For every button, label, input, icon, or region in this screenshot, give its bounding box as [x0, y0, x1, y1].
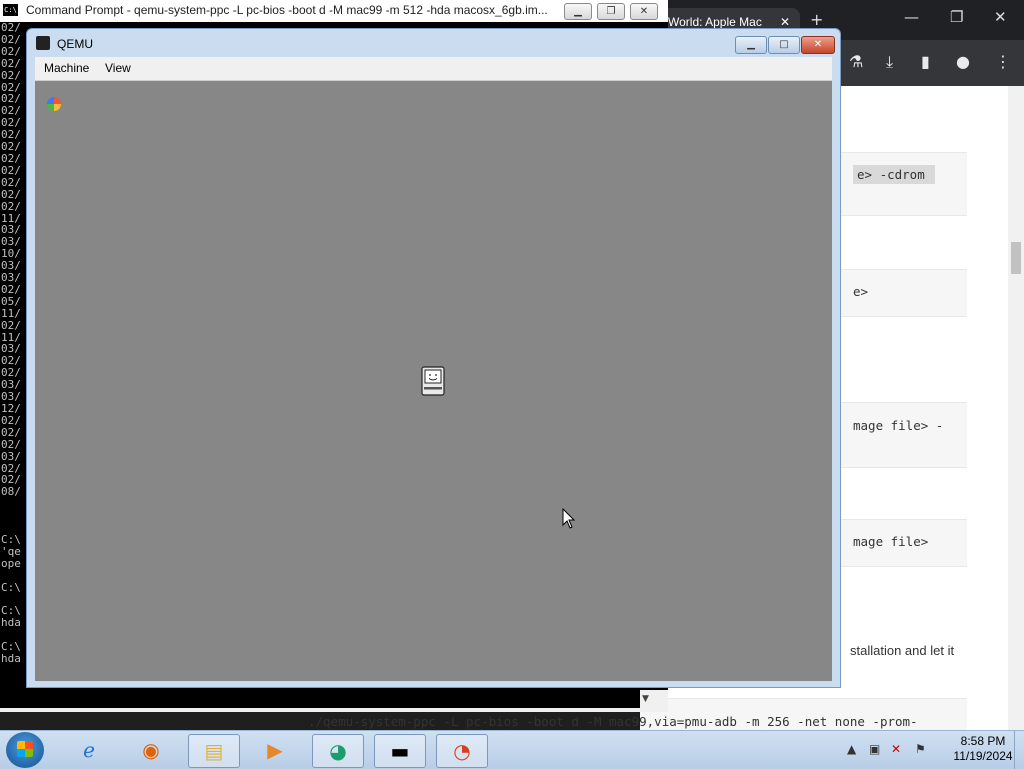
menu-machine[interactable]: Machine: [44, 61, 89, 75]
cmd-line: 11/: [1, 306, 21, 320]
minimize-button[interactable]: ▁: [735, 36, 767, 54]
minimize-icon[interactable]: —: [904, 8, 919, 26]
labs-flask-icon[interactable]: ⚗: [849, 52, 863, 71]
cmd-output: 02/02/02/02/02/02/02/02/02/02/02/02/02/0…: [1, 22, 27, 665]
article-text: stallation and let it: [850, 643, 955, 658]
code-text: e> -cdrom: [853, 165, 935, 184]
cmd-line: [1, 570, 27, 582]
close-button[interactable]: ✕: [630, 3, 658, 20]
cmd-line: 02/: [1, 175, 21, 189]
qemu-menu-bar: Machine View: [35, 57, 832, 81]
network-icon[interactable]: ▣: [869, 742, 880, 756]
taskbar: ℯ ◉ ▤ ▶ ◕ ▬ ◔ ▲ ▣ ✕ ⚑ 8:58 PM 11/19/2024: [0, 730, 1024, 769]
qemu-window: QEMU ▁ □ ✕ Machine View: [26, 28, 841, 688]
cmd-line: 02/: [1, 437, 21, 451]
action-center-flag-icon[interactable]: ⚑: [915, 742, 926, 756]
scroll-down-arrow-icon[interactable]: ▼: [642, 694, 649, 704]
cmd-line: 02/: [1, 163, 21, 177]
minimize-button[interactable]: ▁: [564, 3, 592, 20]
qemu-taskbar-icon[interactable]: ◔: [436, 734, 488, 768]
code-text: mage file> -: [853, 418, 944, 433]
command-text: ./qemu-system-ppc -L pc-bios -boot d -M …: [308, 714, 918, 729]
qemu-window-title: QEMU: [57, 37, 93, 51]
cmd-line: 'qe: [1, 544, 21, 558]
qemu-title-bar[interactable]: QEMU ▁ □ ✕: [27, 29, 840, 57]
internet-explorer-icon[interactable]: ℯ: [64, 734, 114, 766]
restore-button[interactable]: ❐: [597, 3, 625, 20]
spinning-wheel-icon: [47, 97, 61, 111]
show-hidden-icons-icon[interactable]: ▲: [847, 742, 856, 756]
cmd-line: 05/: [1, 294, 21, 308]
more-menu-icon[interactable]: ⋮: [995, 52, 1011, 71]
close-button[interactable]: ✕: [801, 36, 835, 54]
download-icon[interactable]: ⤓: [886, 52, 893, 72]
cmd-line: 02/: [1, 187, 21, 201]
maximize-button[interactable]: □: [768, 36, 800, 54]
clock[interactable]: 8:58 PM 11/19/2024: [943, 734, 1023, 764]
code-text: mage file>: [853, 534, 929, 549]
clock-time: 8:58 PM: [960, 734, 1006, 748]
clock-date: 11/19/2024: [953, 749, 1013, 763]
command-prompt-taskbar-icon[interactable]: ▬: [374, 734, 426, 768]
browser-scrollbar[interactable]: [1008, 86, 1024, 730]
cmd-line: 02/: [1, 318, 21, 332]
cmd-line: 02/: [1, 425, 21, 439]
media-app-icon[interactable]: ◕: [312, 734, 364, 768]
side-panel-icon[interactable]: ▮: [921, 52, 930, 71]
firefox-icon[interactable]: ◉: [126, 734, 176, 766]
media-player-icon[interactable]: ▶: [250, 734, 300, 766]
cmd-line: 02/: [1, 199, 21, 213]
cmd-line: 02/: [1, 56, 21, 70]
cmd-line: C:\: [1, 580, 21, 594]
happy-mac-icon: [421, 366, 445, 396]
close-icon[interactable]: ✕: [994, 8, 1007, 26]
mouse-pointer-icon: [562, 508, 576, 529]
new-tab-button[interactable]: +: [810, 10, 823, 29]
show-desktop-button[interactable]: [1014, 731, 1024, 769]
cmd-line: 02/: [1, 44, 21, 58]
cmd-window-title: Command Prompt - qemu-system-ppc -L pc-b…: [26, 3, 548, 17]
system-tray: ▲ ▣ ✕ ⚑ 8:58 PM 11/19/2024: [845, 731, 1024, 769]
scrollbar-thumb[interactable]: [1011, 242, 1021, 274]
emulator-screen[interactable]: [35, 81, 832, 681]
cmd-line: ope: [1, 556, 21, 570]
menu-view[interactable]: View: [105, 61, 131, 75]
cmd-scrollbar[interactable]: ▼: [0, 690, 668, 712]
code-text: e>: [853, 284, 869, 299]
restore-icon[interactable]: ❐: [950, 8, 963, 26]
cmd-scroll-area: [0, 690, 640, 708]
start-button[interactable]: [6, 732, 44, 768]
windows-logo-icon: [17, 741, 33, 757]
cmd-line: 02/: [1, 68, 21, 82]
cmd-title-bar[interactable]: C:\ Command Prompt - qemu-system-ppc -L …: [0, 0, 668, 22]
qemu-app-icon: [36, 36, 50, 50]
profile-avatar-icon[interactable]: ●: [956, 52, 970, 71]
cmd-line: hda: [1, 652, 21, 666]
cmd-line: 03/: [1, 449, 21, 463]
volume-muted-icon[interactable]: ✕: [891, 742, 901, 756]
file-explorer-icon[interactable]: ▤: [188, 734, 240, 768]
cmd-app-icon: C:\: [3, 4, 18, 16]
browser-tab-title: World: Apple Mac: [668, 15, 762, 29]
close-tab-icon[interactable]: ✕: [780, 15, 790, 29]
